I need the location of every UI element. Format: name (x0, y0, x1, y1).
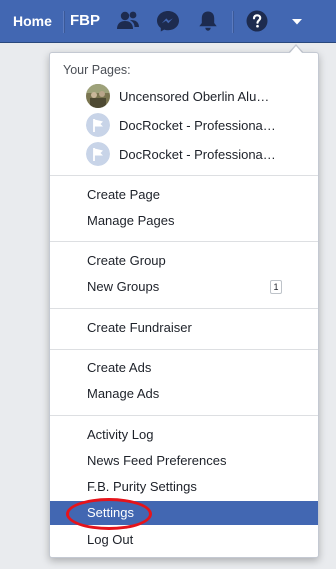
account-dropdown-menu: Your Pages: Uncensored Oberlin Alu… DocR… (49, 52, 319, 558)
news-feed-preferences-item[interactable]: News Feed Preferences (50, 449, 318, 473)
home-link[interactable]: Home (13, 13, 52, 29)
menu-divider (50, 175, 318, 176)
menu-divider (50, 415, 318, 416)
your-pages-heading: Your Pages: (63, 63, 131, 77)
manage-pages-item[interactable]: Manage Pages (50, 209, 318, 233)
news-feed-preferences-label: News Feed Preferences (87, 453, 227, 468)
create-ads-item[interactable]: Create Ads (50, 356, 318, 380)
page-item-uncensored-oberlin[interactable]: Uncensored Oberlin Alu… (86, 83, 306, 109)
manage-pages-label: Manage Pages (87, 213, 175, 228)
page-item-docrocket[interactable]: DocRocket - Professiona… (86, 112, 306, 138)
manage-ads-item[interactable]: Manage Ads (50, 382, 318, 406)
fb-purity-settings-item[interactable]: F.B. Purity Settings (50, 475, 318, 499)
create-page-label: Create Page (87, 187, 160, 202)
page-photo-avatar (86, 84, 110, 108)
nav-divider (63, 11, 65, 33)
messenger-icon[interactable] (155, 9, 181, 33)
manage-ads-label: Manage Ads (87, 386, 160, 401)
new-groups-count-badge: 1 (270, 280, 282, 294)
help-icon[interactable] (244, 9, 270, 33)
top-navigation-bar: Home FBP (0, 0, 336, 43)
create-ads-label: Create Ads (87, 360, 152, 375)
page-item-docrocket[interactable]: DocRocket - Professiona… (86, 141, 306, 167)
fbp-link[interactable]: FBP (70, 12, 100, 29)
dropdown-arrow-icon[interactable] (284, 9, 310, 33)
new-groups-item[interactable]: New Groups 1 (50, 275, 318, 299)
new-groups-label: New Groups (87, 279, 160, 294)
create-group-label: Create Group (87, 253, 166, 268)
activity-log-label: Activity Log (87, 427, 154, 442)
log-out-item[interactable]: Log Out (50, 528, 318, 552)
friend-requests-icon[interactable] (115, 9, 141, 33)
page-flag-avatar (86, 113, 110, 137)
create-group-item[interactable]: Create Group (50, 249, 318, 273)
notifications-icon[interactable] (195, 9, 221, 33)
create-fundraiser-label: Create Fundraiser (87, 320, 192, 335)
fb-purity-settings-label: F.B. Purity Settings (87, 479, 197, 494)
dropdown-caret-fill (289, 46, 303, 54)
menu-divider (50, 349, 318, 350)
activity-log-item[interactable]: Activity Log (50, 423, 318, 447)
settings-label: Settings (87, 505, 134, 520)
page-name: DocRocket - Professiona… (119, 117, 276, 133)
log-out-label: Log Out (87, 532, 134, 547)
create-fundraiser-item[interactable]: Create Fundraiser (50, 316, 318, 340)
page-flag-avatar (86, 142, 110, 166)
page-name: Uncensored Oberlin Alu… (119, 88, 270, 104)
menu-divider (50, 308, 318, 309)
page-name: DocRocket - Professiona… (119, 146, 276, 162)
settings-item[interactable]: Settings (50, 501, 318, 525)
nav-divider (232, 11, 234, 33)
create-page-item[interactable]: Create Page (50, 183, 318, 207)
menu-divider (50, 241, 318, 242)
